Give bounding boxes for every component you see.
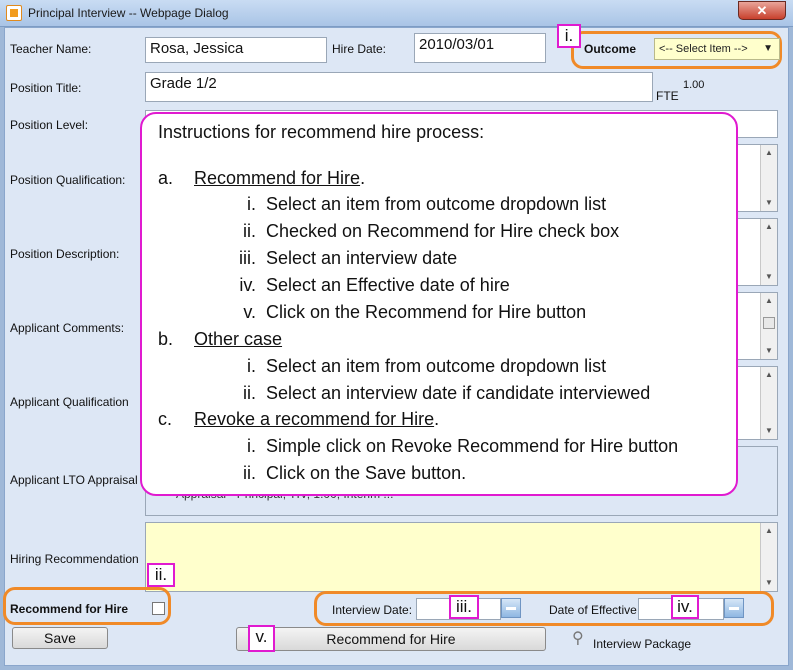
calendar-dropdown-icon[interactable]: ▬ [724, 598, 744, 618]
marker-i: i. [557, 24, 581, 48]
hiring-recommendation-label: Hiring Recommendation [10, 552, 139, 566]
scroll-down-icon[interactable]: ▼ [761, 423, 777, 439]
hire-date-label: Hire Date: [332, 42, 387, 56]
window-title: Principal Interview -- Webpage Dialog [28, 6, 229, 20]
teacher-name-label: Teacher Name: [10, 42, 92, 56]
scroll-thumb[interactable] [763, 317, 775, 329]
app-icon [6, 5, 22, 21]
scroll-down-icon[interactable]: ▼ [761, 195, 777, 211]
scroll-up-icon[interactable]: ▲ [761, 523, 777, 539]
a-item-num: iv. [239, 275, 256, 295]
marker-v: v. [248, 625, 275, 652]
b-item-text: Select an interview date if candidate in… [266, 383, 651, 403]
position-qualification-label: Position Qualification: [10, 173, 126, 187]
c-item-text: Click on the Save button. [266, 463, 467, 483]
scroll-up-icon[interactable]: ▲ [761, 219, 777, 235]
scroll-down-icon[interactable]: ▼ [761, 575, 777, 591]
a-item-num: v. [243, 302, 256, 322]
a-item-text: Checked on Recommend for Hire check box [266, 221, 620, 241]
interview-date-label: Interview Date: [332, 603, 413, 617]
section-a-heading: Recommend for Hire. [194, 168, 366, 188]
marker-iii: iii. [449, 595, 479, 619]
instructions-title: Instructions for recommend hire process: [158, 122, 485, 142]
scroll-down-icon[interactable]: ▼ [761, 269, 777, 285]
close-button[interactable]: ✕ [738, 1, 786, 20]
recommend-for-hire-checkbox[interactable] [152, 602, 165, 615]
applicant-lto-appraisal-label: Applicant LTO Appraisal [10, 473, 138, 487]
scroll-down-icon[interactable]: ▼ [761, 343, 777, 359]
marker-iv: iv. [671, 595, 699, 619]
title-bar: Principal Interview -- Webpage Dialog ✕ [0, 0, 793, 27]
position-level-label: Position Level: [10, 118, 89, 132]
c-item-num: i. [247, 436, 256, 456]
scrollbar[interactable]: ▲ ▼ [760, 145, 777, 211]
a-item-text: Select an item from outcome dropdown lis… [266, 194, 607, 214]
outcome-selected-value: <-- Select Item --> [659, 43, 748, 55]
hiring-recommendation-field[interactable]: ▲ ▼ [145, 522, 778, 592]
scroll-up-icon[interactable]: ▲ [761, 367, 777, 383]
a-item-text: Select an interview date [266, 248, 458, 268]
fte-value: 1.00 [683, 79, 705, 91]
position-description-label: Position Description: [10, 247, 120, 261]
position-title-field[interactable]: Grade 1/2 [145, 72, 653, 102]
save-button[interactable]: Save [12, 627, 108, 649]
section-b-heading: Other case [194, 329, 283, 349]
interview-package-link[interactable]: Interview Package [593, 637, 691, 651]
applicant-comments-label: Applicant Comments: [10, 321, 125, 335]
scrollbar[interactable]: ▲ ▼ [760, 219, 777, 285]
c-item-text: Simple click on Revoke Recommend for Hir… [266, 436, 679, 456]
position-title-label: Position Title: [10, 81, 82, 95]
outcome-label: Outcome [584, 42, 637, 56]
a-item-text: Select an Effective date of hire [266, 275, 510, 295]
scrollbar[interactable]: ▲ ▼ [760, 367, 777, 439]
section-b-letter: b. [158, 329, 174, 349]
marker-ii: ii. [147, 563, 175, 587]
scroll-up-icon[interactable]: ▲ [761, 145, 777, 161]
recommend-for-hire-label: Recommend for Hire [10, 602, 129, 616]
a-item-num: ii. [243, 221, 256, 241]
section-c-letter: c. [158, 409, 173, 429]
b-item-num: i. [247, 356, 256, 376]
chevron-down-icon: ▼ [763, 43, 773, 54]
hire-date-field[interactable]: 2010/03/01 [414, 33, 546, 63]
a-item-text: Click on the Recommend for Hire button [266, 302, 587, 322]
instructions-callout: Instructions for recommend hire process:… [140, 112, 738, 496]
effective-date-label: Date of Effective [549, 603, 637, 617]
c-item-num: ii. [243, 463, 256, 483]
a-item-num: i. [247, 194, 256, 214]
recommend-for-hire-button[interactable]: Recommend for Hire [236, 627, 546, 651]
teacher-name-field[interactable]: Rosa, Jessica [145, 37, 327, 63]
b-item-num: ii. [243, 383, 256, 403]
paperclip-icon[interactable]: ⚲ [572, 628, 584, 648]
applicant-qualification-label: Applicant Qualification [10, 395, 129, 409]
scroll-up-icon[interactable]: ▲ [761, 293, 777, 309]
scrollbar[interactable]: ▲ ▼ [760, 293, 777, 359]
scrollbar[interactable]: ▲ ▼ [760, 523, 777, 591]
section-c-heading: Revoke a recommend for Hire. [194, 409, 440, 429]
section-a-letter: a. [158, 168, 174, 188]
calendar-dropdown-icon[interactable]: ▬ [501, 598, 521, 618]
outcome-select[interactable]: <-- Select Item --> ▼ [654, 38, 780, 60]
fte-label: FTE [656, 89, 679, 103]
a-item-num: iii. [239, 248, 256, 268]
b-item-text: Select an item from outcome dropdown lis… [266, 356, 607, 376]
